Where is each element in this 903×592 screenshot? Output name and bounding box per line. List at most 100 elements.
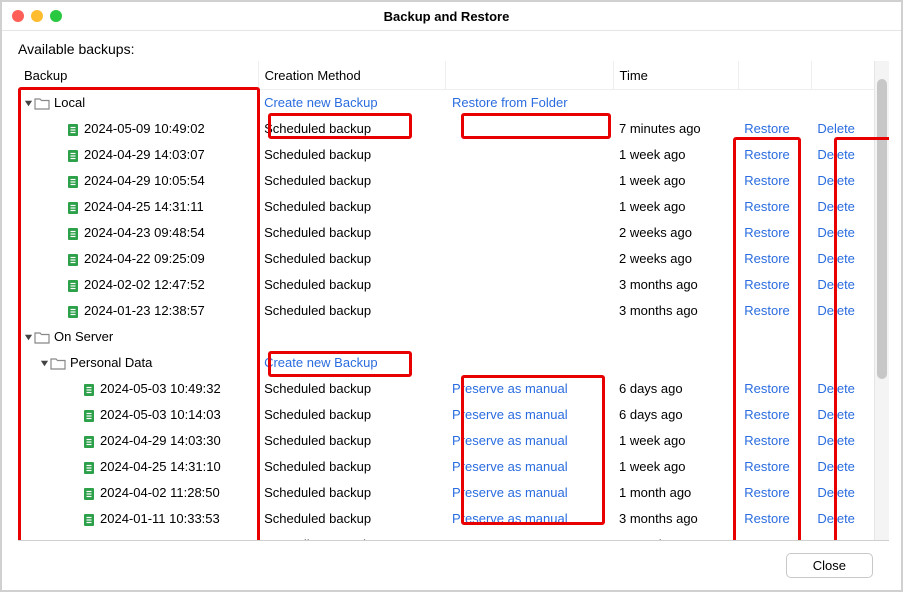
time-ago: 6 days ago	[613, 376, 738, 402]
creation-method: Scheduled backup	[258, 116, 446, 142]
backup-restore-window: Backup and Restore Available backups: Ba…	[0, 0, 903, 592]
folder-row[interactable]: On Server	[18, 324, 874, 350]
file-icon	[82, 409, 96, 423]
col-restore[interactable]	[738, 61, 811, 90]
col-delete[interactable]	[811, 61, 874, 90]
backup-name: 2024-05-09 10:49:02	[84, 120, 205, 138]
minimize-window-icon[interactable]	[31, 10, 43, 22]
restore-link[interactable]: Restore	[744, 537, 790, 540]
backup-row[interactable]: 2023-09-29 09:16:16Manually Created7 mon…	[18, 532, 874, 540]
backup-row[interactable]: 2024-04-25 14:31:10 Scheduled backup Prese…	[18, 454, 874, 480]
delete-link[interactable]: Delete	[817, 251, 855, 266]
delete-link[interactable]: Delete	[817, 511, 855, 526]
folder-label: On Server	[54, 328, 113, 346]
restore-link[interactable]: Restore	[744, 407, 790, 422]
restore-link[interactable]: Restore	[744, 303, 790, 318]
preserve-link[interactable]: Preserve as manual	[452, 511, 568, 526]
delete-link[interactable]: Delete	[817, 433, 855, 448]
restore-link[interactable]: Restore	[744, 147, 790, 162]
restore-link[interactable]: Restore	[744, 199, 790, 214]
time-ago: 1 week ago	[613, 194, 738, 220]
restore-link[interactable]: Restore	[744, 511, 790, 526]
table-header: Backup Creation Method Time	[18, 61, 874, 90]
restore-from-folder-link[interactable]: Restore from Folder	[452, 95, 568, 110]
creation-method: Scheduled backup	[258, 454, 446, 480]
creation-method: Scheduled backup	[258, 298, 446, 324]
backup-row[interactable]: 2024-05-09 10:49:02Scheduled backup7 min…	[18, 116, 874, 142]
scrollbar[interactable]	[874, 61, 889, 540]
col-preserve[interactable]	[446, 61, 613, 90]
delete-link[interactable]: Delete	[817, 537, 855, 540]
backup-row[interactable]: 2024-05-03 10:14:03Scheduled backupPrese…	[18, 402, 874, 428]
delete-link[interactable]: Delete	[817, 277, 855, 292]
delete-link[interactable]: Delete	[817, 407, 855, 422]
col-time[interactable]: Time	[613, 61, 738, 90]
close-button[interactable]: Close	[786, 553, 873, 578]
time-ago: 1 week ago	[613, 142, 738, 168]
backup-row[interactable]: 2024-01-23 12:38:57 Scheduled backup 3 mon…	[18, 298, 874, 324]
backup-row[interactable]: 2024-01-11 10:33:53Scheduled backupPrese…	[18, 506, 874, 532]
create-new-backup-link[interactable]: Create new Backup	[264, 95, 377, 110]
folder-label: Local	[54, 94, 85, 112]
restore-link[interactable]: Restore	[744, 277, 790, 292]
preserve-link[interactable]: Preserve as manual	[452, 381, 568, 396]
backup-name: 2024-04-25 14:31:10	[100, 458, 221, 476]
restore-link[interactable]: Restore	[744, 381, 790, 396]
backup-row[interactable]: 2024-05-03 10:49:32Scheduled backupPrese…	[18, 376, 874, 402]
file-icon	[66, 201, 80, 215]
restore-link[interactable]: Restore	[744, 433, 790, 448]
backup-name: 2024-05-03 10:14:03	[100, 406, 221, 424]
time-ago: 3 months ago	[613, 298, 738, 324]
preserve-link[interactable]: Preserve as manual	[452, 485, 568, 500]
folder-label: Personal Data	[70, 354, 152, 372]
backup-name: 2024-04-23 09:48:54	[84, 224, 205, 242]
file-icon	[66, 227, 80, 241]
time-ago: 6 days ago	[613, 402, 738, 428]
restore-link[interactable]: Restore	[744, 225, 790, 240]
create-new-backup-link[interactable]: Create new Backup	[264, 355, 377, 370]
disclosure-triangle-icon[interactable]	[24, 99, 33, 108]
restore-link[interactable]: Restore	[744, 121, 790, 136]
creation-method: Scheduled backup	[258, 194, 446, 220]
restore-link[interactable]: Restore	[744, 251, 790, 266]
file-icon	[66, 279, 80, 293]
delete-link[interactable]: Delete	[817, 485, 855, 500]
delete-link[interactable]: Delete	[817, 459, 855, 474]
backup-row[interactable]: 2024-02-02 12:47:52Scheduled backup3 mon…	[18, 272, 874, 298]
preserve-link[interactable]: Preserve as manual	[452, 433, 568, 448]
delete-link[interactable]: Delete	[817, 173, 855, 188]
delete-link[interactable]: Delete	[817, 303, 855, 318]
backup-row[interactable]: 2024-04-23 09:48:54Scheduled backup2 wee…	[18, 220, 874, 246]
backup-row[interactable]: 2024-04-29 14:03:30Scheduled backupPrese…	[18, 428, 874, 454]
preserve-link[interactable]: Preserve as manual	[452, 407, 568, 422]
preserve-link[interactable]: Preserve as manual	[452, 459, 568, 474]
folder-row[interactable]: Local Create new Backup Restore from Folde…	[18, 90, 874, 117]
folder-row[interactable]: Personal Data Create new Backup	[18, 350, 874, 376]
backup-row[interactable]: 2024-04-25 14:31:11Scheduled backup1 wee…	[18, 194, 874, 220]
delete-link[interactable]: Delete	[817, 121, 855, 136]
delete-link[interactable]: Delete	[817, 199, 855, 214]
creation-method: Scheduled backup	[258, 272, 446, 298]
delete-link[interactable]: Delete	[817, 381, 855, 396]
backup-row[interactable]: 2024-04-02 11:28:50Scheduled backupPrese…	[18, 480, 874, 506]
scroll-thumb[interactable]	[877, 79, 887, 379]
disclosure-triangle-icon[interactable]	[40, 359, 49, 368]
restore-link[interactable]: Restore	[744, 485, 790, 500]
backup-name: 2024-01-11 10:33:53	[100, 510, 220, 528]
backup-row[interactable]: 2024-04-22 09:25:09Scheduled backup2 wee…	[18, 246, 874, 272]
backup-name: 2024-04-29 14:03:07	[84, 146, 205, 164]
delete-link[interactable]: Delete	[817, 225, 855, 240]
col-method[interactable]: Creation Method	[258, 61, 446, 90]
backup-name: 2024-01-23 12:38:57	[84, 302, 205, 320]
disclosure-triangle-icon[interactable]	[24, 333, 33, 342]
backup-row[interactable]: 2024-04-29 10:05:54Scheduled backup1 wee…	[18, 168, 874, 194]
restore-link[interactable]: Restore	[744, 173, 790, 188]
col-backup[interactable]: Backup	[18, 61, 258, 90]
close-window-icon[interactable]	[12, 10, 24, 22]
zoom-window-icon[interactable]	[50, 10, 62, 22]
restore-link[interactable]: Restore	[744, 459, 790, 474]
backup-row[interactable]: 2024-04-29 14:03:07Scheduled backup1 wee…	[18, 142, 874, 168]
time-ago: 2 weeks ago	[613, 246, 738, 272]
delete-link[interactable]: Delete	[817, 147, 855, 162]
file-icon	[66, 305, 80, 319]
